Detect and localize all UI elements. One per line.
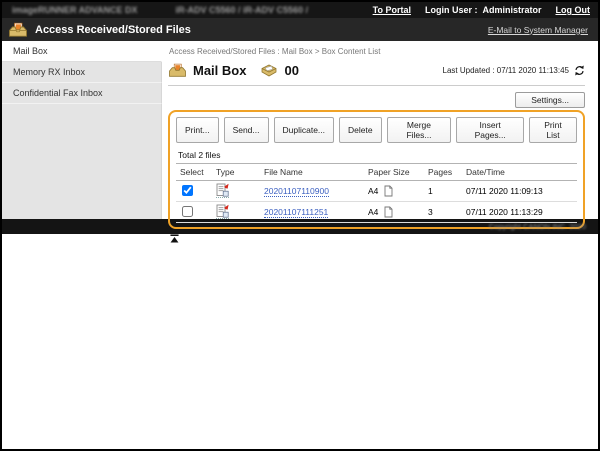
row-checkbox[interactable] (182, 206, 193, 217)
sidebar-item-mail-box[interactable]: Mail Box (2, 41, 162, 62)
file-name-link[interactable]: 20201107111251 (264, 207, 328, 218)
file-type-icon[interactable] (216, 204, 229, 219)
paper-size-cell: A4 (368, 206, 422, 218)
send-button[interactable]: Send... (224, 117, 269, 143)
breadcrumb: Access Received/Stored Files : Mail Box … (169, 47, 585, 56)
merge-files-button[interactable]: Merge Files... (387, 117, 452, 143)
pages-value: 1 (424, 181, 462, 202)
file-list-panel: Print... Send... Duplicate... Delete Mer… (168, 110, 585, 229)
header-type: Type (212, 164, 260, 181)
sidebar: Mail Box Memory RX Inbox Confidential Fa… (2, 41, 162, 219)
login-user: Login User : Administrator (425, 5, 542, 15)
page-title-row: Mail Box 00 Last Updated : 07/11 2020 11… (168, 63, 585, 78)
insert-pages-button[interactable]: Insert Pages... (456, 117, 524, 143)
top-bar-right: To Portal Login User : Administrator Log… (373, 5, 590, 15)
table-row: 20201107110900 A4 (176, 181, 577, 202)
datetime-value: 07/11 2020 11:09:13 (462, 181, 577, 202)
log-out-link[interactable]: Log Out (556, 5, 591, 15)
table-row: 20201107111251 A4 (176, 202, 577, 223)
box-number: 00 (284, 63, 298, 78)
header-paper-size: Paper Size (364, 164, 424, 181)
header-pages: Pages (424, 164, 462, 181)
settings-row: Settings... (168, 90, 585, 108)
page-title: Mail Box (193, 63, 246, 78)
header-date-time: Date/Time (462, 164, 577, 181)
inbox-tray-icon (8, 22, 28, 38)
empty-area (2, 234, 598, 449)
file-name-link[interactable]: 20201107110900 (264, 186, 329, 197)
to-portal-link[interactable]: To Portal (373, 5, 411, 15)
toolbar: Print... Send... Duplicate... Delete Mer… (176, 117, 577, 143)
title-divider (168, 85, 585, 86)
app-title: Access Received/Stored Files (35, 24, 191, 36)
print-list-button[interactable]: Print List (529, 117, 577, 143)
page-body: Mail Box Memory RX Inbox Confidential Fa… (2, 41, 598, 219)
paper-icon (384, 206, 393, 218)
print-button[interactable]: Print... (176, 117, 219, 143)
pages-value: 3 (424, 202, 462, 223)
file-type-icon[interactable] (216, 183, 229, 198)
paper-size-value: A4 (368, 186, 378, 196)
datetime-value: 07/11 2020 11:13:29 (462, 202, 577, 223)
paper-size-value: A4 (368, 207, 378, 217)
total-files-label: Total 2 files (178, 150, 576, 160)
header-file-name: File Name (260, 164, 364, 181)
last-updated-text: Last Updated : 07/11 2020 11:13:45 (443, 66, 569, 75)
last-updated: Last Updated : 07/11 2020 11:13:45 (443, 65, 585, 76)
app-window: imageRUNNER ADVANCE DX iR-ADV C5560 / iR… (0, 0, 600, 451)
paper-size-cell: A4 (368, 185, 422, 197)
file-table: Select Type File Name Paper Size Pages D… (176, 163, 577, 223)
login-user-label: Login User : (425, 5, 478, 15)
sidebar-item-confidential-fax-inbox[interactable]: Confidential Fax Inbox (2, 83, 162, 104)
email-system-manager-link[interactable]: E-Mail to System Manager (488, 25, 588, 35)
settings-button[interactable]: Settings... (515, 92, 585, 108)
login-user-value: Administrator (482, 5, 541, 15)
row-checkbox[interactable] (182, 185, 193, 196)
delete-button[interactable]: Delete (339, 117, 382, 143)
box-icon (260, 63, 278, 78)
table-header-row: Select Type File Name Paper Size Pages D… (176, 164, 577, 181)
duplicate-button[interactable]: Duplicate... (274, 117, 335, 143)
mail-box-tray-icon (168, 63, 187, 78)
main-content: Access Received/Stored Files : Mail Box … (162, 41, 598, 219)
device-name-redacted: iR-ADV C5560 / iR-ADV C5560 / (176, 5, 309, 15)
sidebar-filler (2, 104, 162, 219)
app-title-bar: Access Received/Stored Files E-Mail to S… (2, 18, 598, 41)
copyright-redacted: Copyright CANON INC. 2020 (489, 222, 586, 231)
paper-icon (384, 185, 393, 197)
sidebar-item-memory-rx-inbox[interactable]: Memory RX Inbox (2, 62, 162, 83)
device-model-redacted: imageRUNNER ADVANCE DX (12, 5, 138, 15)
refresh-icon[interactable] (574, 65, 585, 76)
top-bar: imageRUNNER ADVANCE DX iR-ADV C5560 / iR… (2, 2, 598, 18)
header-select: Select (176, 164, 212, 181)
back-to-top-icon[interactable] (170, 234, 179, 243)
